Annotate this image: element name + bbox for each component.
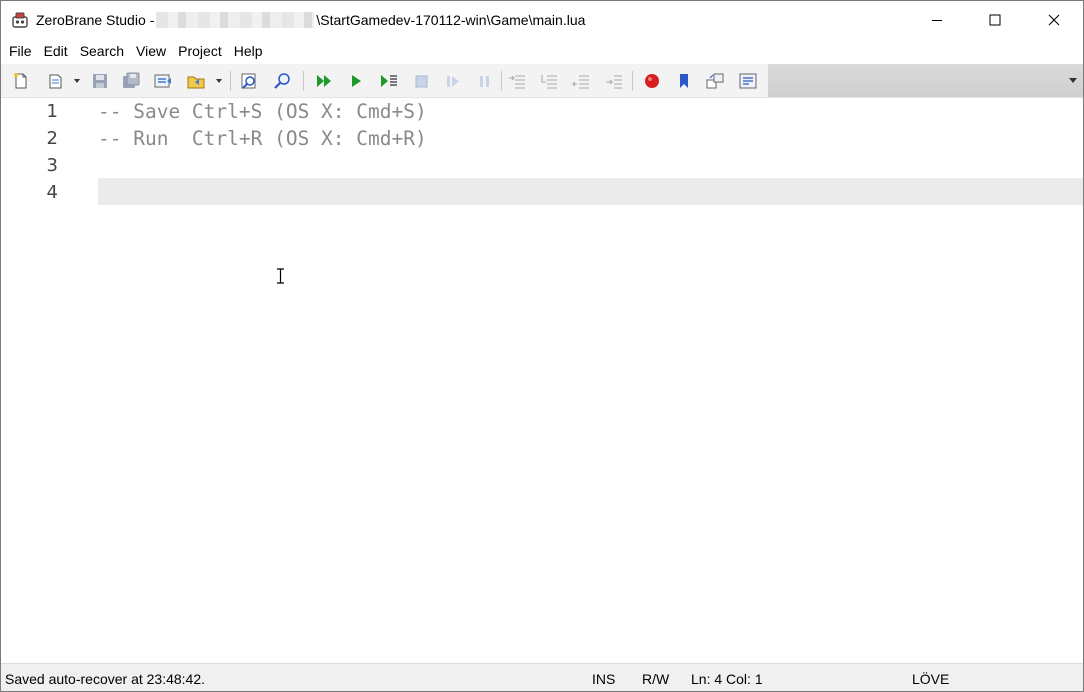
pause-button[interactable] bbox=[474, 71, 494, 91]
window-title-separator: - bbox=[149, 12, 155, 28]
menu-view[interactable]: View bbox=[131, 39, 171, 63]
toolbar-separator bbox=[303, 71, 304, 91]
menu-edit[interactable]: Edit bbox=[39, 39, 73, 63]
step-out-icon bbox=[571, 75, 589, 89]
toggle-bookmark-button[interactable] bbox=[674, 71, 694, 91]
start-debug-button[interactable] bbox=[346, 71, 366, 91]
status-insert-mode: INS bbox=[592, 671, 616, 687]
new-file-button[interactable] bbox=[11, 71, 31, 91]
run-to-cursor-button[interactable] bbox=[379, 71, 399, 91]
step-next-icon bbox=[606, 75, 622, 89]
run-to-cursor-icon bbox=[381, 75, 397, 87]
menu-bar: File Edit Search View Project Help bbox=[1, 39, 1083, 63]
project-recent-button[interactable] bbox=[187, 71, 207, 91]
break-button[interactable] bbox=[443, 71, 463, 91]
step-into-button[interactable] bbox=[539, 71, 559, 91]
menu-search[interactable]: Search bbox=[75, 39, 129, 63]
window-title-path: \StartGamedev-170112-win\Game\main.lua bbox=[316, 12, 586, 28]
run-project-button[interactable] bbox=[314, 71, 334, 91]
step-over-button[interactable] bbox=[507, 71, 527, 91]
zerobrane-window: ZeroBrane Studio - \StartGamedev-170112-… bbox=[0, 0, 1084, 692]
compile-button[interactable] bbox=[706, 71, 726, 91]
window-title: ZeroBrane Studio - \StartGamedev-170112-… bbox=[36, 11, 585, 29]
line-number: 1 bbox=[46, 101, 58, 122]
project-recent-icon bbox=[187, 76, 205, 89]
stop-icon bbox=[415, 75, 428, 88]
toolbar-separator bbox=[501, 71, 502, 91]
toggle-breakpoint-button[interactable] bbox=[642, 71, 662, 91]
toggle-bookmark-icon bbox=[680, 74, 688, 88]
step-out-button[interactable] bbox=[571, 71, 591, 91]
toolbar bbox=[1, 64, 1083, 98]
close-icon bbox=[1048, 14, 1060, 26]
step-next-button[interactable] bbox=[604, 71, 624, 91]
redacted-path-segment bbox=[156, 12, 315, 28]
status-interpreter[interactable]: LÖVE bbox=[912, 671, 949, 687]
menu-help[interactable]: Help bbox=[229, 39, 268, 63]
code-line[interactable]: -- Save Ctrl+S (OS X: Cmd+S) bbox=[98, 98, 427, 125]
menu-file[interactable]: File bbox=[4, 39, 37, 63]
find-in-files-button[interactable] bbox=[273, 71, 293, 91]
minimize-button[interactable] bbox=[908, 1, 966, 39]
title-bar[interactable]: ZeroBrane Studio - \StartGamedev-170112-… bbox=[1, 1, 1083, 39]
new-file-icon bbox=[14, 73, 27, 89]
compile-icon bbox=[706, 73, 724, 89]
open-file-icon bbox=[49, 74, 62, 89]
start-debug-icon bbox=[352, 75, 361, 87]
maximize-button[interactable] bbox=[966, 1, 1024, 39]
toolbar-empty-area bbox=[768, 64, 1083, 97]
stop-button[interactable] bbox=[411, 71, 431, 91]
toolbar-separator bbox=[632, 71, 633, 91]
step-into-icon bbox=[541, 75, 557, 89]
save-icon bbox=[93, 74, 107, 88]
break-icon bbox=[447, 76, 459, 87]
current-line-highlight bbox=[98, 178, 1083, 205]
line-number: 2 bbox=[46, 128, 58, 149]
toggle-breakpoint-icon bbox=[645, 74, 659, 88]
save-all-button[interactable] bbox=[121, 71, 141, 91]
maximize-icon bbox=[989, 14, 1001, 26]
close-button[interactable] bbox=[1025, 1, 1083, 39]
project-directory-icon bbox=[154, 74, 171, 88]
line-number: 4 bbox=[46, 182, 58, 203]
toolbar-icon-strip bbox=[1, 64, 768, 97]
status-bar: Saved auto-recover at 23:48:42. INS R/W … bbox=[1, 663, 1083, 691]
zerobrane-app-icon bbox=[12, 12, 28, 28]
toolbar-separator bbox=[230, 71, 231, 91]
status-cursor-position: Ln: 4 Col: 1 bbox=[691, 671, 763, 687]
code-editor[interactable]: 1 2 3 4 -- Save Ctrl+S (OS X: Cmd+S) -- … bbox=[1, 98, 1083, 663]
save-all-icon bbox=[123, 72, 140, 88]
code-line[interactable]: -- Run Ctrl+R (OS X: Cmd+R) bbox=[98, 125, 427, 152]
project-recent-dropdown-arrow[interactable] bbox=[216, 79, 222, 83]
run-project-icon bbox=[317, 75, 331, 87]
line-number: 3 bbox=[46, 155, 58, 176]
output-button[interactable] bbox=[738, 71, 758, 91]
minimize-icon bbox=[932, 20, 942, 21]
open-dropdown-arrow[interactable] bbox=[74, 79, 80, 83]
find-button[interactable] bbox=[240, 71, 260, 91]
find-in-files-icon bbox=[274, 73, 290, 89]
save-button[interactable] bbox=[90, 71, 110, 91]
status-message: Saved auto-recover at 23:48:42. bbox=[5, 671, 206, 687]
toolbar-overflow-chevron-icon[interactable] bbox=[1069, 78, 1077, 83]
window-title-app: ZeroBrane Studio bbox=[36, 12, 146, 28]
open-file-button[interactable] bbox=[46, 71, 66, 91]
output-icon bbox=[739, 73, 757, 89]
find-icon bbox=[241, 73, 256, 89]
step-over-icon bbox=[509, 75, 525, 89]
text-cursor-icon bbox=[277, 268, 284, 284]
pause-icon bbox=[480, 76, 489, 87]
menu-project[interactable]: Project bbox=[173, 39, 227, 63]
project-directory-button[interactable] bbox=[153, 71, 173, 91]
status-access-mode: R/W bbox=[642, 671, 670, 687]
